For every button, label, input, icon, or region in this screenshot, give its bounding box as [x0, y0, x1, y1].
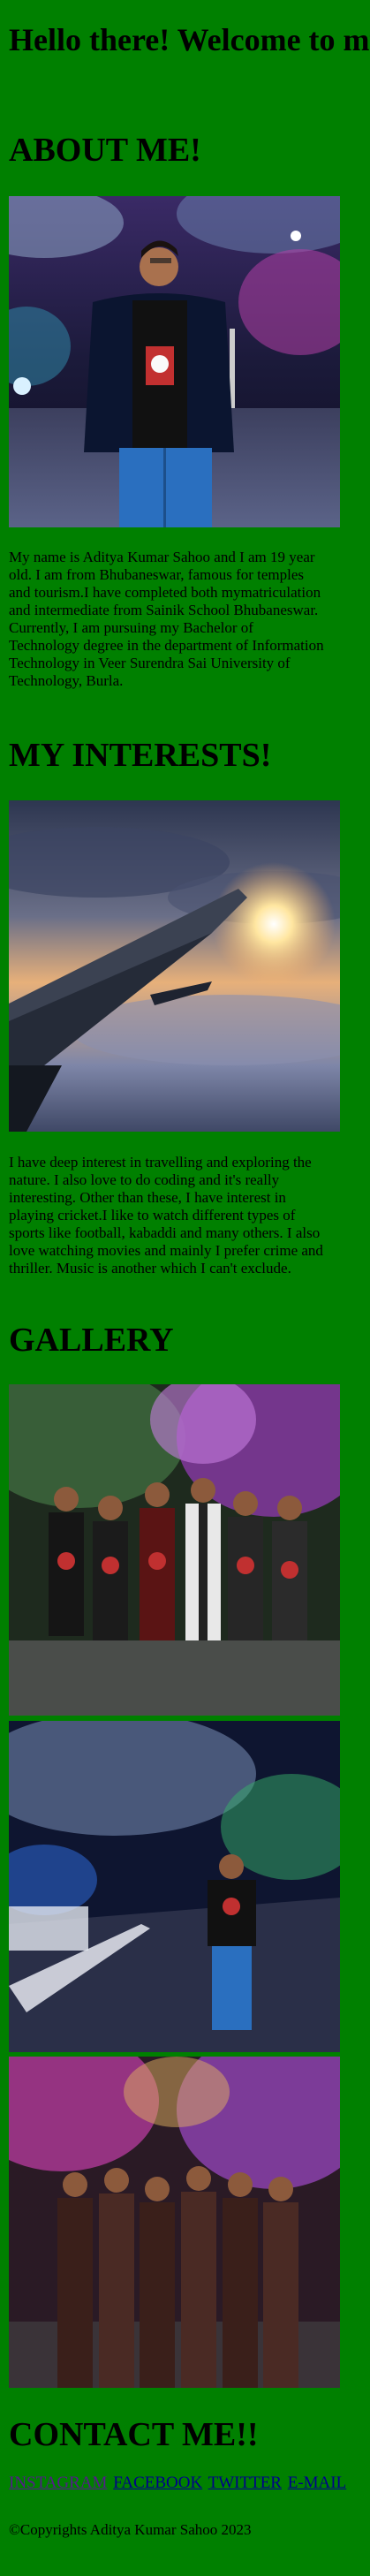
profile-photo-image — [9, 196, 340, 527]
gallery-photo-1 — [9, 1384, 340, 1716]
interests-line: playing cricket.I like to watch differen… — [9, 1207, 296, 1224]
airplane-wing-image — [9, 800, 340, 1132]
gallery-photo-3 — [9, 2057, 340, 2388]
interests-line: I have deep interest in travelling and e… — [9, 1154, 312, 1171]
about-line: Technology degree in the department of I… — [9, 637, 324, 654]
about-line: and tourism.I have completed both mymatr… — [9, 584, 321, 601]
about-heading: ABOUT ME! — [9, 132, 201, 169]
about-paragraph: My name is Aditya Kumar Sahoo and I am 1… — [9, 549, 370, 690]
interests-photo — [9, 800, 340, 1132]
page-title-text: Hello there! Welcome to my page. — [9, 22, 370, 57]
about-line: and intermediate from Sainik School Bhub… — [9, 602, 319, 618]
interests-heading: MY INTERESTS! — [9, 737, 272, 774]
about-line: Technology, Burla. — [9, 672, 124, 689]
contact-links: INSTAGRAM FACEBOOK TWITTER E-MAIL — [9, 2474, 348, 2493]
profile-photo — [9, 196, 340, 527]
group-photo-image — [9, 1384, 340, 1716]
interests-line: nature. I also love to do coding and it'… — [9, 1171, 280, 1188]
about-line: My name is Aditya Kumar Sahoo and I am 1… — [9, 549, 315, 565]
contact-heading: CONTACT ME!! — [9, 2416, 259, 2453]
interests-line: interesting. Other than these, I have in… — [9, 1189, 286, 1206]
about-line: old. I am from Bhubaneswar, famous for t… — [9, 566, 305, 583]
twitter-link[interactable]: TWITTER — [208, 2474, 282, 2492]
about-line: Technology in Veer Surendra Sai Universi… — [9, 655, 291, 671]
email-link[interactable]: E-MAIL — [288, 2474, 346, 2492]
gallery-heading: GALLERY — [9, 1322, 174, 1359]
kurta-group-photo-image — [9, 2057, 340, 2388]
instagram-link[interactable]: INSTAGRAM — [9, 2474, 107, 2492]
facebook-link[interactable]: FACEBOOK — [113, 2474, 202, 2492]
gallery-photo-2 — [9, 1721, 340, 2052]
interests-line: sports like football, kabaddi and many o… — [9, 1224, 321, 1241]
interests-line: thriller. Music is another which I can't… — [9, 1260, 291, 1277]
copyright-text: ©Copyrights Aditya Kumar Sahoo 2023 — [9, 2521, 252, 2538]
page-title: Hello there! Welcome to my page. — [9, 19, 370, 61]
night-walk-photo-image — [9, 1721, 340, 2052]
about-line: Currently, I am pursuing my Bachelor of — [9, 619, 253, 636]
interests-line: love watching movies and mainly I prefer… — [9, 1242, 323, 1259]
interests-paragraph: I have deep interest in travelling and e… — [9, 1154, 370, 1277]
